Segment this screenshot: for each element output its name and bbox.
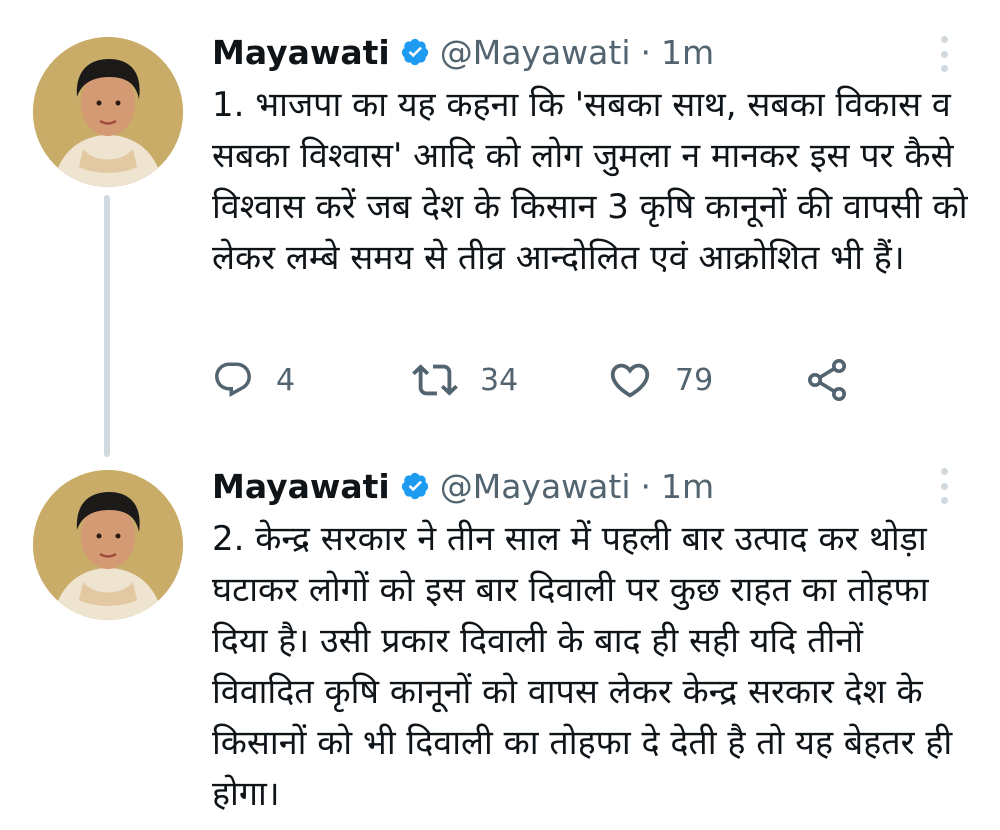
- tweet-header: Mayawati @Mayawati · 1m: [212, 30, 714, 74]
- tweet[interactable]: Mayawati @Mayawati · 1m 1. भाजपा का यह क…: [0, 0, 1000, 457]
- more-icon: [940, 468, 948, 475]
- avatar-image: [33, 37, 183, 187]
- retweet-count: 34: [480, 362, 519, 398]
- retweet-button[interactable]: 34: [412, 357, 607, 403]
- tweet-actions: 4 34 79: [212, 355, 851, 405]
- author-handle[interactable]: @Mayawati: [440, 467, 631, 506]
- tweet-text: 2. केन्द्र सरकार ने तीन साल में पहली बार…: [212, 519, 953, 814]
- separator-dot: ·: [640, 32, 651, 72]
- like-button[interactable]: 79: [607, 357, 803, 403]
- timestamp[interactable]: 1m: [661, 33, 714, 72]
- avatar[interactable]: [33, 470, 183, 620]
- share-icon: [808, 359, 846, 401]
- separator-dot: ·: [640, 466, 651, 506]
- timestamp[interactable]: 1m: [661, 467, 714, 506]
- author-handle[interactable]: @Mayawati: [440, 33, 631, 72]
- share-button[interactable]: [803, 356, 851, 404]
- reply-icon: [215, 362, 251, 397]
- more-options-button[interactable]: [934, 36, 954, 72]
- tweet-text: 1. भाजपा का यह कहना कि 'सबका साथ, सबका व…: [212, 85, 968, 278]
- retweet-icon: [412, 364, 458, 396]
- reply-count: 4: [276, 362, 296, 398]
- tweet[interactable]: Mayawati @Mayawati · 1m 2. केन्द्र सरकार…: [0, 440, 1000, 830]
- avatar-image: [33, 470, 183, 620]
- reply-button[interactable]: 4: [212, 359, 412, 401]
- verified-badge-icon: [401, 472, 428, 500]
- heart-icon: [610, 363, 650, 398]
- more-icon: [940, 36, 948, 43]
- verified-badge-icon: [401, 38, 428, 66]
- tweet-header: Mayawati @Mayawati · 1m: [212, 464, 714, 508]
- avatar[interactable]: [33, 37, 183, 187]
- like-count: 79: [675, 362, 714, 398]
- more-options-button[interactable]: [934, 468, 954, 504]
- author-name[interactable]: Mayawati: [212, 467, 390, 506]
- author-name[interactable]: Mayawati: [212, 33, 390, 72]
- thread-connector-line: [104, 195, 110, 457]
